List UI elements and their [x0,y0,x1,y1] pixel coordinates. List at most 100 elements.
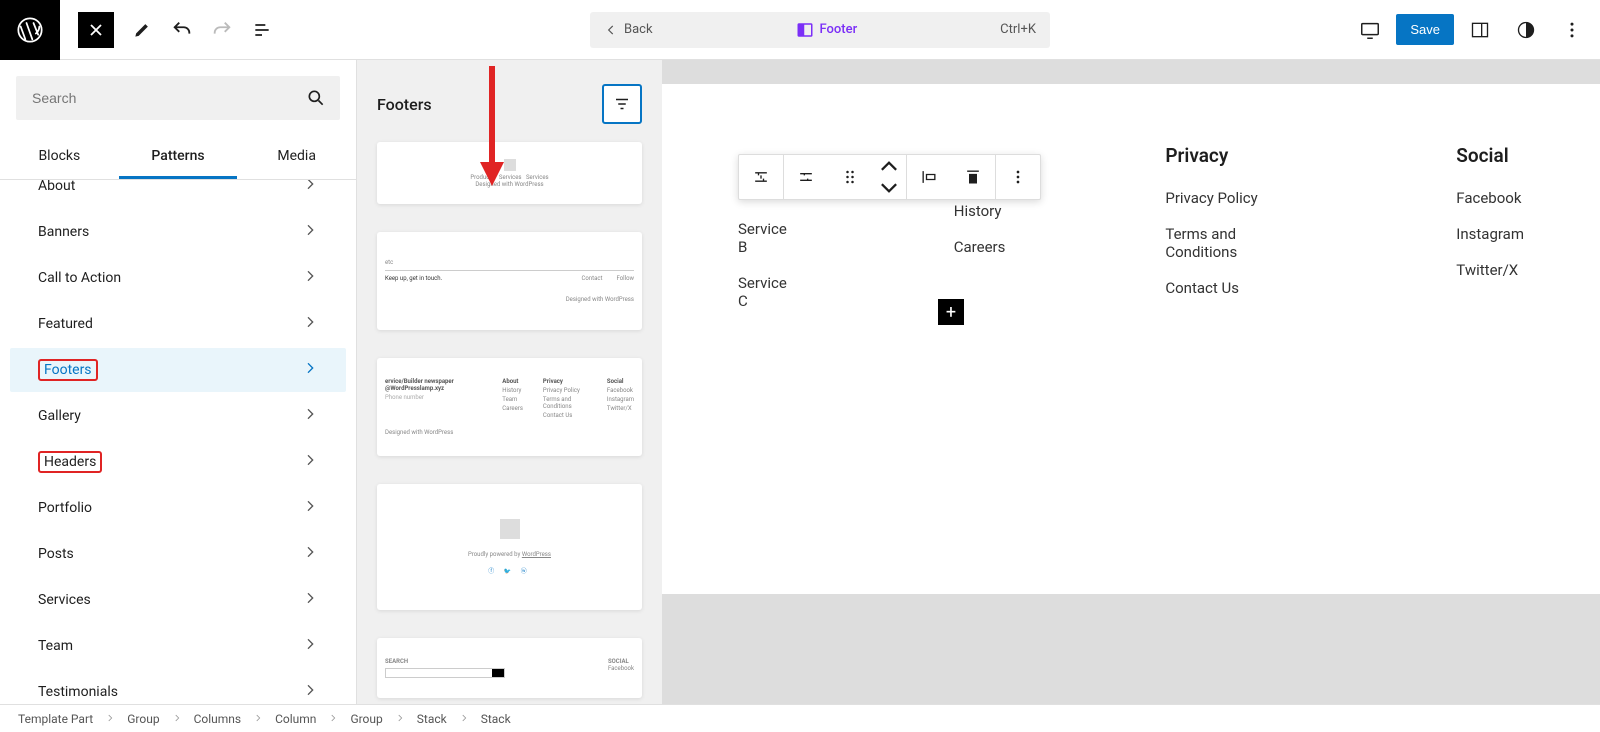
category-label: Headers [38,454,102,470]
footer-link[interactable]: Terms and Conditions [1165,225,1296,261]
justify-icon[interactable] [951,155,995,199]
footer-heading[interactable]: Privacy [1165,144,1296,167]
block-type-icon[interactable] [739,155,783,199]
pattern-preview-panel: Footers Products Services Services Desig… [357,60,662,704]
tab-patterns[interactable]: Patterns [119,136,238,179]
footer-column[interactable]: Privacy Privacy Policy Terms and Condition… [1165,144,1296,328]
select-parent-icon[interactable] [784,155,828,199]
chevron-right-icon [302,222,318,242]
contrast-icon[interactable] [1506,10,1546,50]
search-icon [306,88,326,108]
category-item-posts[interactable]: Posts [10,532,346,576]
pattern-thumbnail[interactable]: Products Services Services Designed with… [377,142,642,204]
chevron-right-icon [302,452,318,472]
align-icon[interactable] [907,155,951,199]
chevron-right-icon [253,712,263,726]
chevron-right-icon [302,406,318,426]
footer-link[interactable]: Facebook [1456,189,1524,207]
category-item-services[interactable]: Services [10,578,346,622]
tab-media[interactable]: Media [237,136,356,179]
pattern-thumbnail[interactable]: etc Keep up, get in touch. ContactFollow… [377,232,642,330]
mini-text: WordPress [522,551,551,558]
pattern-category-list: About Banners Call to Action Featured Footer… [0,180,356,704]
category-item-about[interactable]: About [10,180,346,208]
category-item-portfolio[interactable]: Portfolio [10,486,346,530]
category-item-featured[interactable]: Featured [10,302,346,346]
add-block-button[interactable]: + [938,299,964,325]
category-label: Testimonials [38,684,118,700]
category-item-team[interactable]: Team [10,624,346,668]
breadcrumb-item[interactable]: Column [275,712,316,726]
chevron-right-icon [302,268,318,288]
category-item-banners[interactable]: Banners [10,210,346,254]
redo-icon[interactable] [202,10,242,50]
top-right-actions: Save [1350,10,1600,50]
chevron-right-icon [172,712,182,726]
category-label: Footers [38,362,98,378]
chevron-right-icon [302,180,318,196]
search-input-wrapper[interactable] [16,76,340,120]
save-button[interactable]: Save [1396,14,1454,45]
view-icon[interactable] [1350,10,1390,50]
search-input[interactable] [30,89,306,107]
footer-column[interactable]: Social Facebook Instagram Twitter/X [1456,144,1524,328]
category-item-headers[interactable]: Headers [10,440,346,484]
back-button[interactable]: Back [590,22,667,37]
category-label: Gallery [38,408,81,424]
category-label: About [38,180,75,194]
footer-link[interactable]: Privacy Policy [1165,189,1296,207]
editor-canvas[interactable]: Service AService BService CTeamHistoryCa… [662,60,1600,704]
breadcrumb-item[interactable]: Stack [417,712,447,726]
breadcrumb-item[interactable]: Group [350,712,382,726]
edit-icon[interactable] [122,10,162,50]
breadcrumb-item[interactable]: Stack [481,712,511,726]
footer-link[interactable]: History [954,202,1006,220]
breadcrumb-item[interactable]: Columns [194,712,242,726]
more-options-icon[interactable] [1552,10,1592,50]
move-updown-icon[interactable] [872,155,906,199]
breadcrumb-item[interactable]: Template Part [18,712,93,726]
category-item-testimonials[interactable]: Testimonials [10,670,346,704]
list-view-icon[interactable] [242,10,282,50]
layout-icon [796,21,814,39]
footer-link[interactable]: Twitter/X [1456,261,1524,279]
drag-handle-icon[interactable] [828,155,872,199]
chevron-right-icon [302,544,318,564]
document-title: Footer [667,21,987,39]
chevron-right-icon [328,712,338,726]
chevron-right-icon [302,360,318,380]
footer-heading[interactable]: Social [1456,144,1524,167]
chevron-right-icon [302,590,318,610]
footer-link[interactable]: Service C [738,274,794,310]
document-bar[interactable]: Back Footer Ctrl+K [590,12,1050,48]
document-title-text: Footer [820,22,858,37]
block-more-options-icon[interactable] [996,155,1040,199]
category-item-gallery[interactable]: Gallery [10,394,346,438]
back-label: Back [624,22,653,37]
category-label: Call to Action [38,270,121,286]
pattern-thumbnail[interactable]: SEARCH SOCIALFacebook [377,638,642,698]
category-label: Portfolio [38,500,92,516]
undo-icon[interactable] [162,10,202,50]
filter-button[interactable] [602,84,642,124]
category-item-footers[interactable]: Footers [10,348,346,392]
category-item-call-to-action[interactable]: Call to Action [10,256,346,300]
pattern-thumbnail[interactable]: Proudly powered by WordPress ⓕ 🐦 ⓦ [377,484,642,610]
block-toolbar [738,154,1041,200]
sidebar-toggle-icon[interactable] [1460,10,1500,50]
footer-link[interactable]: Careers [954,238,1006,256]
breadcrumb-item[interactable]: Group [127,712,159,726]
tab-blocks[interactable]: Blocks [0,136,119,179]
footer-link[interactable]: Contact Us [1165,279,1296,297]
chevron-right-icon [459,712,469,726]
category-label: Banners [38,224,89,240]
footer-link[interactable]: Instagram [1456,225,1524,243]
close-button[interactable] [78,12,114,48]
pattern-list[interactable]: Products Services Services Designed with… [357,134,662,704]
mini-text: Keep up, get in touch. [385,275,442,282]
chevron-right-icon [395,712,405,726]
wordpress-logo-icon[interactable] [0,0,60,60]
pattern-thumbnail[interactable]: ervice/Builder newspaper @WordPresslamp.… [377,358,642,456]
shortcut-hint: Ctrl+K [986,22,1050,37]
footer-link[interactable]: Service B [738,220,794,256]
